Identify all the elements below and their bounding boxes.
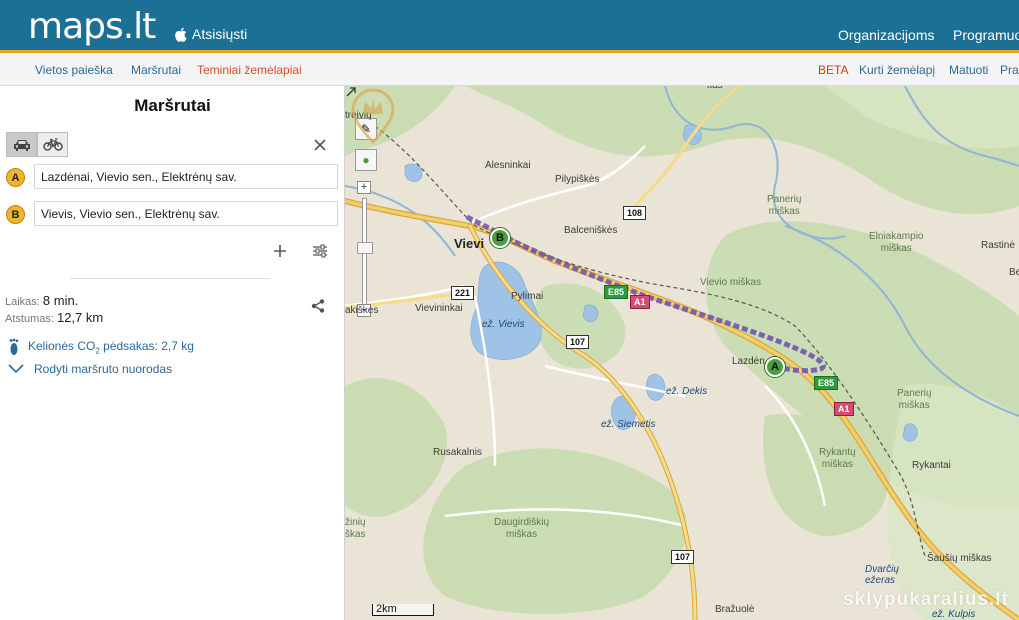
map-label: Rykantai bbox=[912, 460, 951, 471]
map-label: Rastinė bbox=[981, 240, 1015, 251]
sub-navigation: Vietos paieška Maršrutai Teminiai žemėla… bbox=[0, 53, 1019, 86]
directions-label: Rodyti maršruto nuorodas bbox=[34, 362, 173, 376]
map-label-lake: Dvarčių ežeras bbox=[865, 564, 899, 586]
map-scale: 2km bbox=[372, 604, 434, 616]
map-label-lake: ež. Vievis bbox=[482, 319, 525, 330]
map-label-lake: ež. Dekis bbox=[666, 386, 708, 397]
footprint-icon bbox=[9, 338, 19, 355]
map-label-forest: Panerių miškas bbox=[767, 194, 802, 217]
road-sign-highway: A1 bbox=[834, 402, 854, 416]
car-icon bbox=[13, 139, 30, 151]
route-marker-b[interactable]: B bbox=[490, 228, 510, 248]
map-label: kas bbox=[707, 86, 723, 91]
expand-icon[interactable] bbox=[345, 86, 357, 98]
map-label: Šaušių miškas bbox=[927, 553, 992, 564]
map-label: Vievininkai bbox=[415, 303, 463, 314]
waypoint-a-input[interactable]: Lazdėnai, Vievio sen., Elektrėnų sav. bbox=[34, 164, 338, 189]
tree-icon: ● bbox=[362, 153, 370, 167]
options-icon[interactable] bbox=[312, 243, 328, 259]
distance-value: 12,7 km bbox=[56, 310, 104, 325]
tab-place-search[interactable]: Vietos paieška bbox=[35, 63, 113, 77]
road-sign: 107 bbox=[566, 335, 590, 349]
share-icon[interactable] bbox=[310, 298, 326, 314]
routes-panel: Maršrutai A Lazdėnai, Vievio sen., Elekt… bbox=[0, 86, 345, 620]
waypoint-a-badge: A bbox=[6, 168, 25, 187]
zoom-in-icon[interactable]: + bbox=[357, 181, 371, 194]
nav-programmers[interactable]: Programuo bbox=[953, 27, 1019, 43]
map-label-forest: Elniakampio miškas bbox=[869, 231, 924, 254]
map-label: Rusakalnis bbox=[433, 447, 482, 458]
download-label: Atsisiųsti bbox=[192, 26, 248, 42]
download-link[interactable]: Atsisiųsti bbox=[174, 26, 247, 42]
map-label: Pylimai bbox=[511, 291, 544, 302]
map-label-forest: Panerių miškas bbox=[897, 388, 932, 411]
map-label-forest: žinių škas bbox=[345, 517, 366, 540]
create-map-link[interactable]: Kurti žemėlapį bbox=[859, 63, 935, 77]
top-header: maps.lt Atsisiųsti Organizacijoms Progra… bbox=[0, 0, 1019, 53]
bicycle-icon bbox=[42, 138, 63, 151]
show-directions-link[interactable]: Rodyti maršruto nuorodas bbox=[8, 362, 172, 376]
time-row: Laikas: 8 min. bbox=[5, 293, 78, 308]
map-label: akiškės bbox=[345, 305, 379, 316]
route-marker-a[interactable]: A bbox=[765, 357, 785, 377]
nav-organizations[interactable]: Organizacijoms bbox=[838, 27, 934, 43]
tab-routes[interactable]: Maršrutai bbox=[131, 63, 181, 77]
map-label: Pilypiškės bbox=[555, 174, 600, 185]
beta-badge: BETA bbox=[818, 63, 849, 77]
tab-thematic-maps[interactable]: Teminiai žemėlapiai bbox=[197, 63, 302, 77]
co2-footprint: Kelionės CO2 pėdsakas: 2,7 kg bbox=[8, 338, 194, 356]
map-label-forest: Vievio miškas bbox=[700, 277, 761, 288]
chevron-down-icon bbox=[8, 364, 24, 374]
road-sign: 108 bbox=[623, 206, 647, 220]
map-label: Be bbox=[1009, 267, 1019, 278]
distance-label: Atstumas: bbox=[5, 313, 54, 325]
road-sign-euro: E85 bbox=[814, 376, 839, 390]
waypoint-b-badge: B bbox=[6, 205, 25, 224]
car-mode-button[interactable] bbox=[6, 132, 37, 157]
logo[interactable]: maps.lt bbox=[28, 6, 156, 47]
zoom-slider-thumb[interactable] bbox=[357, 242, 373, 254]
map-type-button[interactable]: ● bbox=[355, 149, 377, 171]
map-label: Bražuolė bbox=[715, 604, 755, 615]
panel-title: Maršrutai bbox=[134, 96, 211, 115]
map-label-forest: Rykantų miškas bbox=[819, 447, 856, 470]
map-label: Lazdėn bbox=[732, 356, 765, 367]
road-sign-highway: A1 bbox=[630, 295, 650, 309]
map-label: Alesninkai bbox=[485, 160, 531, 171]
waypoint-b-input[interactable]: Vievis, Vievio sen., Elektrėnų sav. bbox=[34, 201, 338, 226]
map-label-forest: Daugirdiškių miškas bbox=[494, 517, 550, 540]
co2-text: Kelionės CO2 pėdsakas: 2,7 kg bbox=[28, 338, 194, 356]
map-label-lake: ež. Siemetis bbox=[601, 419, 656, 430]
map-label-town: Vievi bbox=[454, 236, 485, 251]
road-sign: 221 bbox=[451, 286, 475, 300]
map-canvas bbox=[345, 86, 1019, 620]
watermark-text: sklypukaralius.lt bbox=[843, 589, 1009, 610]
road-sign: 107 bbox=[671, 550, 695, 564]
apple-icon bbox=[175, 27, 187, 42]
close-icon[interactable] bbox=[312, 137, 328, 153]
more-link[interactable]: Pra bbox=[1000, 63, 1019, 77]
plus-icon[interactable] bbox=[272, 243, 288, 259]
distance-row: Atstumas: 12,7 km bbox=[5, 310, 103, 325]
map-view[interactable]: ✎ ● + − Alesninkai Pilypiškės Balceniškė… bbox=[345, 86, 1019, 620]
time-value: 8 min. bbox=[42, 293, 79, 308]
road-sign-euro: E85 bbox=[604, 285, 629, 299]
time-label: Laikas: bbox=[5, 296, 40, 308]
divider bbox=[70, 278, 270, 279]
measure-link[interactable]: Matuoti bbox=[949, 63, 988, 77]
map-label: Balceniškės bbox=[564, 225, 618, 236]
bicycle-mode-button[interactable] bbox=[37, 132, 68, 157]
